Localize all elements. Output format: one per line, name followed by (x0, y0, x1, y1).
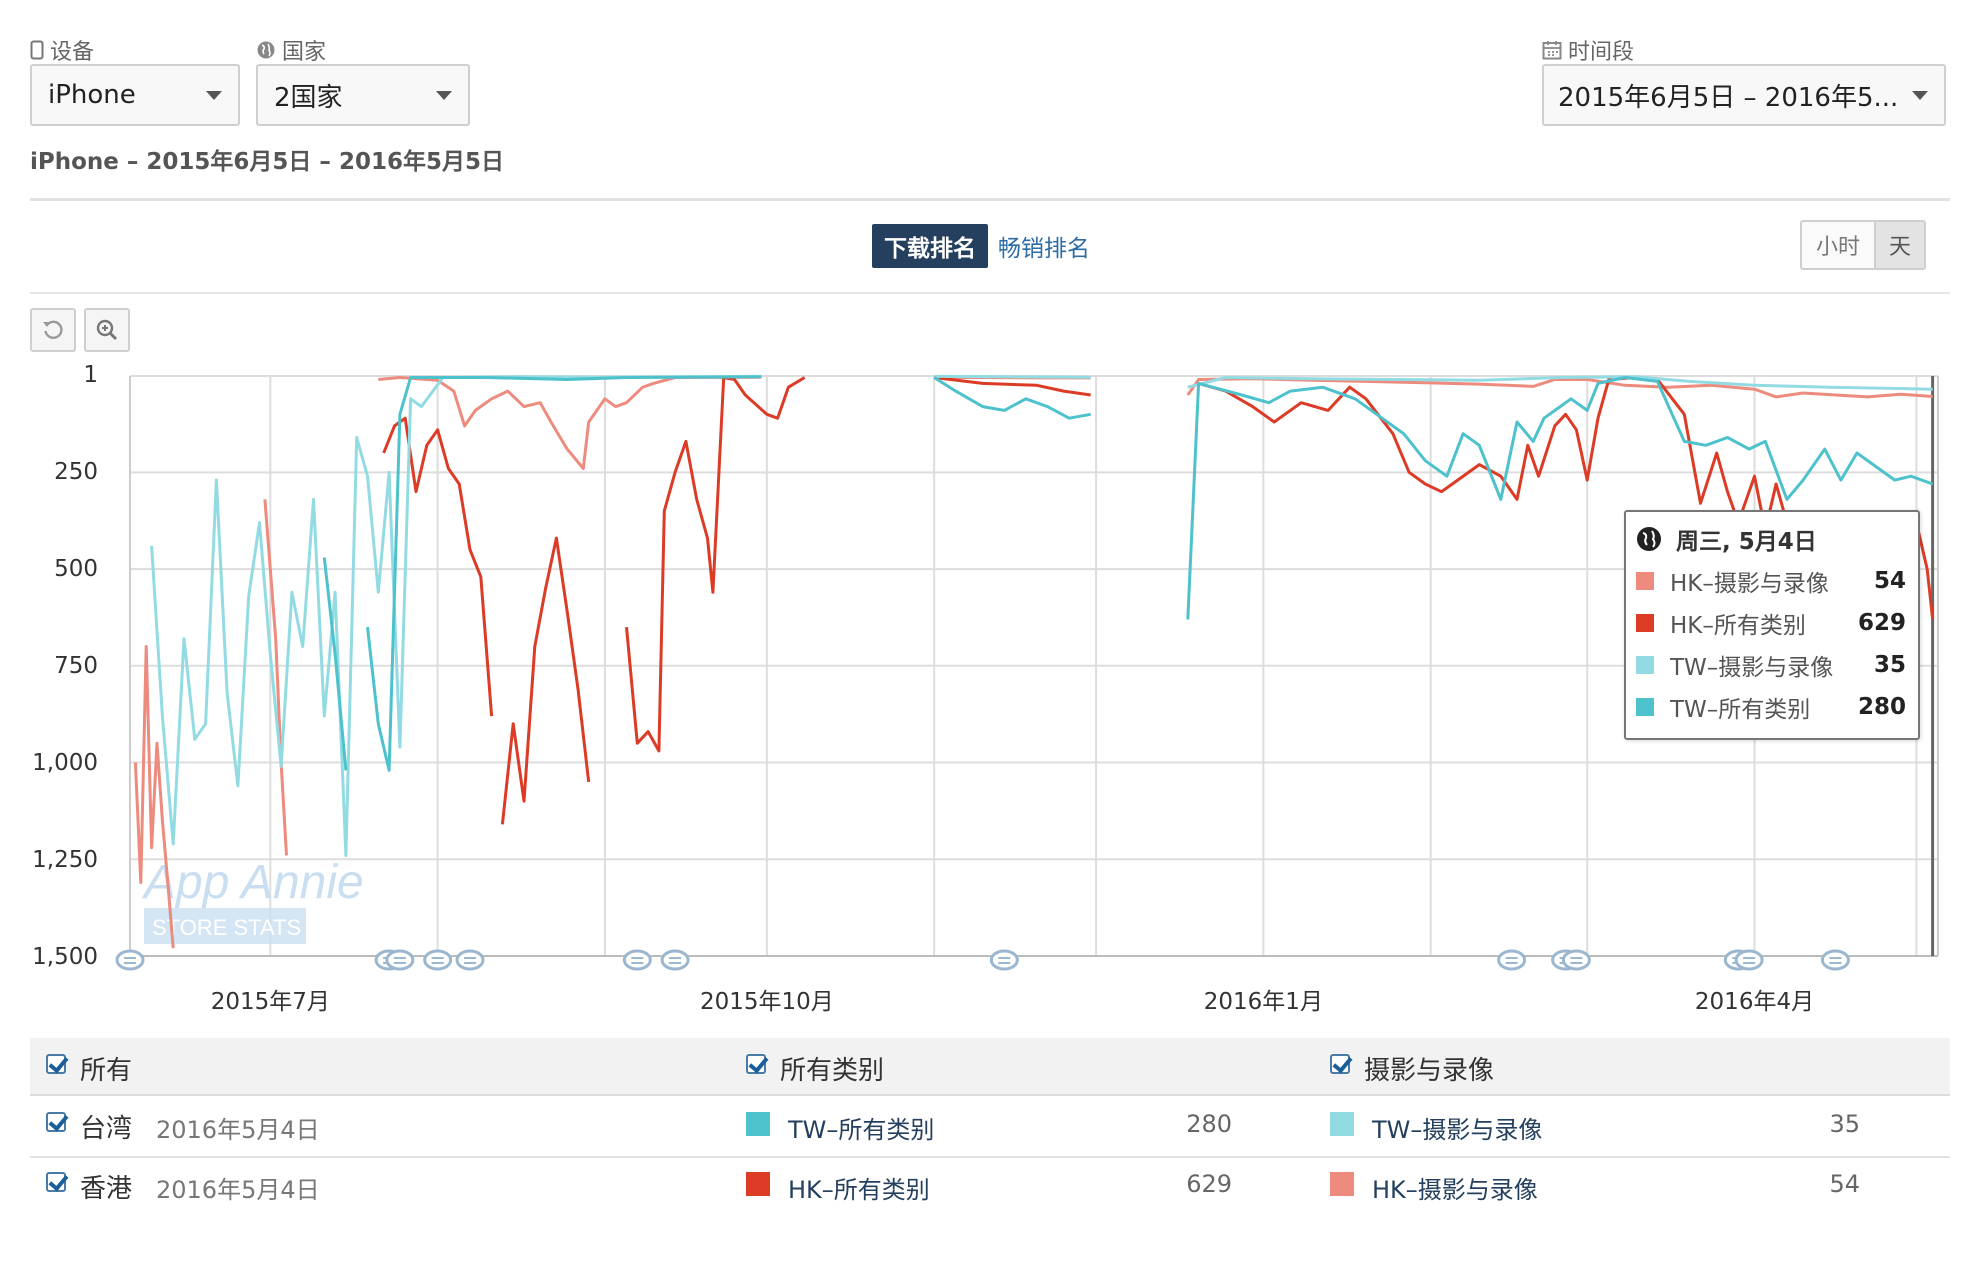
bubble-shape (1497, 949, 1527, 971)
legend-country: 香港 (80, 1174, 133, 1204)
chart-tooltip: 周三, 5月4日 HK–摄影与录像 54 HK–所有类别 629 TW–摄影与录… (1624, 510, 1920, 740)
legend-series-name[interactable]: TW–摄影与录像 (1372, 1110, 1542, 1145)
series-swatch (1330, 1112, 1354, 1136)
series-swatch (1330, 1172, 1354, 1196)
x-tick-label: 2015年10月 (699, 989, 834, 1015)
series-swatch (1636, 656, 1654, 674)
bubble-shape (660, 949, 690, 971)
legend-series-value: 629 (1186, 1170, 1232, 1198)
app-annie-watermark: App Annie STORE STATS (141, 856, 364, 944)
series-swatch (1636, 572, 1654, 590)
series-swatch (746, 1172, 770, 1196)
comment-bubble-icon (455, 949, 485, 971)
tooltip-row: TW–所有类别 280 (1636, 692, 1906, 723)
tooltip-series-name: TW–摄影与录像 (1670, 655, 1834, 681)
comment-bubble-icon (622, 949, 652, 971)
legend-series-value: 35 (1829, 1110, 1860, 1138)
bubble-shape (1561, 949, 1591, 971)
series-swatch (1636, 698, 1654, 716)
legend-all-label: 所有 (80, 1056, 133, 1086)
row-divider (30, 1156, 1950, 1158)
checkbox-photo-video[interactable] (1330, 1054, 1350, 1074)
x-tick-label: 2016年1月 (1203, 989, 1323, 1015)
tooltip-series-value: 35 (1873, 652, 1906, 678)
globe-icon (1637, 527, 1661, 551)
bubble-shape (423, 949, 453, 971)
tooltip-row: HK–所有类别 629 (1636, 608, 1906, 639)
legend-series-name[interactable]: TW–所有类别 (788, 1110, 934, 1145)
comment-bubble-icon (1734, 949, 1764, 971)
comment-bubble-icon (989, 949, 1019, 971)
comment-bubble-icon (1561, 949, 1591, 971)
watermark-subtext: STORE STATS (152, 915, 301, 940)
checkbox-all-categories[interactable] (746, 1054, 766, 1074)
bubble-shape (1820, 949, 1850, 971)
comment-bubble-icon (1820, 949, 1850, 971)
watermark-text: App Annie (141, 856, 364, 909)
legend-photo-video-label: 摄影与录像 (1364, 1056, 1495, 1086)
legend-date: 2016年5月4日 (156, 1116, 320, 1144)
comment-bubble-icon (423, 949, 453, 971)
tooltip-series-value: 54 (1873, 568, 1906, 594)
tooltip-header: 周三, 5月4日 (1636, 524, 1906, 555)
bubble-shape (455, 949, 485, 971)
bubble-shape (1734, 949, 1764, 971)
tooltip-series-name: HK–摄影与录像 (1670, 571, 1829, 597)
tooltip-series-value: 629 (1857, 610, 1906, 636)
comment-bubble-icon (385, 949, 415, 971)
legend-series-name[interactable]: HK–摄影与录像 (1372, 1170, 1538, 1205)
bubble-shape (622, 949, 652, 971)
legend-country: 台湾 (80, 1114, 133, 1144)
tooltip-series-name: HK–所有类别 (1670, 613, 1806, 639)
x-tick-label: 2016年4月 (1694, 989, 1815, 1015)
bubble-shape (385, 949, 415, 971)
legend-date: 2016年5月4日 (156, 1176, 320, 1204)
rank-chart[interactable]: App Annie STORE STATS (0, 0, 1964, 1010)
series-swatch (1636, 614, 1654, 632)
legend-series-value: 280 (1186, 1110, 1232, 1138)
chart-annotations (115, 949, 1850, 971)
legend-series-name[interactable]: HK–所有类别 (788, 1170, 930, 1205)
tooltip-date: 周三, 5月4日 (1676, 529, 1817, 555)
tooltip-row: HK–摄影与录像 54 (1636, 566, 1906, 597)
comment-bubble-icon (115, 949, 145, 971)
legend-header (30, 1038, 1950, 1096)
checkbox-hongkong[interactable] (46, 1172, 66, 1192)
comment-bubble-icon (1497, 949, 1527, 971)
comment-bubble-icon (660, 949, 690, 971)
checkbox-taiwan[interactable] (46, 1112, 66, 1132)
x-tick-label: 2015年7月 (210, 989, 330, 1015)
tooltip-series-value: 280 (1857, 694, 1906, 720)
legend-all-categories-label: 所有类别 (780, 1056, 885, 1086)
tooltip-series-name: TW–所有类别 (1670, 697, 1811, 723)
bubble-shape (989, 949, 1019, 971)
tooltip-row: TW–摄影与录像 35 (1636, 650, 1906, 681)
legend-series-value: 54 (1829, 1170, 1860, 1198)
checkbox-all[interactable] (46, 1054, 66, 1074)
bubble-shape (115, 949, 145, 971)
series-swatch (746, 1112, 770, 1136)
